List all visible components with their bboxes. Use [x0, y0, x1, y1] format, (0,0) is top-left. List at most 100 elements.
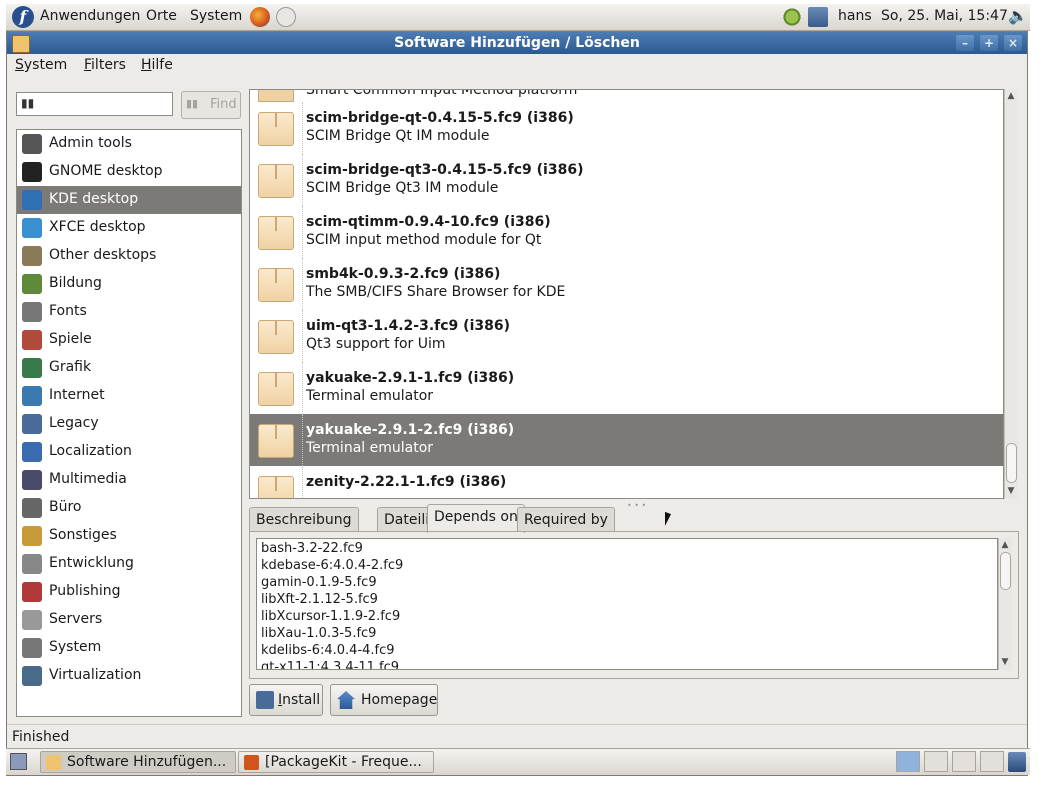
pane-splitter-handle[interactable]: • • • — [627, 501, 646, 510]
window-titlebar[interactable]: Software Hinzufügen / Löschen – + × — [7, 32, 1027, 54]
deps-scroll-up-icon[interactable]: ▲ — [999, 539, 1011, 551]
menu-system-rest: ystem — [23, 57, 68, 73]
update-notifier-icon[interactable] — [782, 7, 802, 27]
tab-description[interactable]: Beschreibung — [249, 507, 359, 531]
home-icon — [337, 691, 355, 709]
dependency-item[interactable]: libXft-2.1.12-5.fc9 — [261, 592, 378, 607]
package-list[interactable]: Smart Common Input Method platform scim-… — [249, 89, 1004, 499]
show-desktop-icon[interactable] — [10, 753, 27, 770]
group-item-label: Other desktops — [49, 247, 157, 263]
homepage-button[interactable]: Homepage — [330, 684, 438, 716]
group-item-servers[interactable]: Servers — [17, 606, 241, 634]
firefox-launcher-icon[interactable] — [250, 7, 270, 27]
homepage-label: Homepage — [361, 692, 438, 708]
group-item-grafik[interactable]: Grafik — [17, 354, 241, 382]
dependency-item[interactable]: bash-3.2-22.fc9 — [261, 541, 363, 556]
package-list-scrollbar[interactable]: ▲ ▼ — [1004, 89, 1018, 499]
workspace-1[interactable] — [896, 751, 920, 772]
mail-clock-icon[interactable] — [276, 7, 296, 27]
group-item-legacy[interactable]: Legacy — [17, 410, 241, 438]
scroll-down-icon[interactable]: ▼ — [1005, 485, 1017, 497]
dependency-item[interactable]: qt-x11-1:4.3.4-11.fc9 — [261, 660, 399, 669]
group-item-localization[interactable]: Localization — [17, 438, 241, 466]
group-item-bildung[interactable]: Bildung — [17, 270, 241, 298]
group-item-system[interactable]: System — [17, 634, 241, 662]
fonts-icon — [22, 302, 42, 322]
menu-help-rest: ilfe — [151, 57, 173, 73]
package-summary-partial: Smart Common Input Method platform — [306, 89, 578, 98]
depends-scrollbar[interactable]: ▲ ▼ — [998, 538, 1012, 670]
trash-icon[interactable] — [1008, 752, 1026, 772]
workspace-2[interactable] — [924, 751, 948, 772]
dependency-item[interactable]: libXcursor-1.1.9-2.fc9 — [261, 609, 400, 624]
window-app-icon[interactable] — [12, 35, 30, 53]
taskbar-item[interactable]: Software Hinzufügen... — [40, 751, 236, 773]
menu-system[interactable]: System — [15, 57, 67, 73]
kde-icon — [22, 190, 42, 210]
group-item-gnome-desktop[interactable]: GNOME desktop — [17, 158, 241, 186]
package-box-icon — [258, 216, 294, 250]
group-item-admin-tools[interactable]: Admin tools — [17, 130, 241, 158]
group-item-publishing[interactable]: Publishing — [17, 578, 241, 606]
dependency-item[interactable]: kdebase-6:4.0.4-2.fc9 — [261, 558, 403, 573]
group-item-spiele[interactable]: Spiele — [17, 326, 241, 354]
find-button[interactable]: ▮▮ Find — [181, 91, 241, 119]
group-item-kde-desktop[interactable]: KDE desktop — [17, 186, 241, 214]
package-row[interactable]: smb4k-0.9.3-2.fc9 (i386) The SMB/CIFS Sha… — [250, 258, 1003, 310]
package-row[interactable]: uim-qt3-1.4.2-3.fc9 (i386) Qt3 support fo… — [250, 310, 1003, 362]
group-item-entwicklung[interactable]: Entwicklung — [17, 550, 241, 578]
fedora-logo-icon[interactable]: f — [12, 6, 34, 28]
group-item-fonts[interactable]: Fonts — [17, 298, 241, 326]
taskbar-item[interactable]: [PackageKit - Freque... — [238, 751, 434, 773]
group-item-xfce-desktop[interactable]: XFCE desktop — [17, 214, 241, 242]
install-button[interactable]: Install — [249, 684, 323, 716]
package-row[interactable]: zenity-2.22.1-1.fc9 (i386) — [250, 466, 1003, 498]
package-list-scroll-thumb[interactable] — [1006, 443, 1017, 483]
depends-on-list[interactable]: bash-3.2-22.fc9 kdebase-6:4.0.4-2.fc9 gami… — [256, 538, 998, 670]
scroll-up-icon[interactable]: ▲ — [1005, 90, 1017, 102]
row-separator — [302, 154, 304, 206]
menu-help[interactable]: Hilfe — [141, 57, 173, 73]
deps-scroll-thumb[interactable] — [1000, 552, 1011, 590]
package-row[interactable]: yakuake-2.9.1-1.fc9 (i386) Terminal emula… — [250, 362, 1003, 414]
package-row[interactable]: yakuake-2.9.1-2.fc9 (i386) Terminal emula… — [250, 414, 1003, 466]
search-input[interactable] — [16, 92, 173, 116]
user-name[interactable]: hans — [838, 8, 872, 24]
tab-depends-on[interactable]: Depends on — [427, 504, 525, 533]
system-menu[interactable]: System — [190, 8, 242, 24]
maximize-icon[interactable]: + — [980, 35, 998, 51]
workspace-4[interactable] — [980, 751, 1004, 772]
places-menu[interactable]: Orte — [146, 8, 177, 24]
applications-menu[interactable]: Anwendungen — [40, 8, 140, 24]
deps-scroll-down-icon[interactable]: ▼ — [999, 656, 1011, 668]
dependency-item[interactable]: libXau-1.0.3-5.fc9 — [261, 626, 376, 641]
package-name: yakuake-2.9.1-1.fc9 (i386) — [306, 370, 515, 386]
volume-icon[interactable]: 🔈 — [1008, 6, 1028, 25]
bottom-panel: Software Hinzufügen... [PackageKit - Freq… — [6, 748, 1030, 775]
clock[interactable]: So, 25. Mai, 15:47 — [881, 8, 1008, 24]
menu-filters[interactable]: Filters — [84, 57, 126, 73]
menu-filters-mnemonic: F — [84, 57, 92, 73]
package-row[interactable]: scim-bridge-qt-0.4.15-5.fc9 (i386) SCIM B… — [250, 102, 1003, 154]
package-row[interactable]: scim-bridge-qt3-0.4.15-5.fc9 (i386) SCIM … — [250, 154, 1003, 206]
package-row[interactable]: scim-qtimm-0.9.4-10.fc9 (i386) SCIM input… — [250, 206, 1003, 258]
firefox-icon — [244, 755, 259, 770]
group-item-internet[interactable]: Internet — [17, 382, 241, 410]
tab-required-by[interactable]: Required by — [517, 507, 615, 531]
group-item-büro[interactable]: Büro — [17, 494, 241, 522]
row-separator — [302, 102, 304, 154]
dependency-item[interactable]: kdelibs-6:4.0.4-4.fc9 — [261, 643, 395, 658]
group-item-sonstiges[interactable]: Sonstiges — [17, 522, 241, 550]
group-list[interactable]: Admin tools GNOME desktop KDE desktop XFCE … — [16, 129, 242, 717]
close-icon[interactable]: × — [1004, 35, 1022, 51]
group-item-other-desktops[interactable]: Other desktops — [17, 242, 241, 270]
group-item-multimedia[interactable]: Multimedia — [17, 466, 241, 494]
network-icon[interactable] — [808, 7, 828, 27]
software-window: Software Hinzufügen / Löschen – + × Syst… — [6, 31, 1028, 776]
package-icon — [46, 755, 61, 770]
dependency-item[interactable]: gamin-0.1.9-5.fc9 — [261, 575, 377, 590]
minimize-icon[interactable]: – — [956, 35, 974, 51]
workspace-3[interactable] — [952, 751, 976, 772]
package-summary: SCIM Bridge Qt IM module — [306, 128, 490, 144]
group-item-virtualization[interactable]: Virtualization — [17, 662, 241, 690]
